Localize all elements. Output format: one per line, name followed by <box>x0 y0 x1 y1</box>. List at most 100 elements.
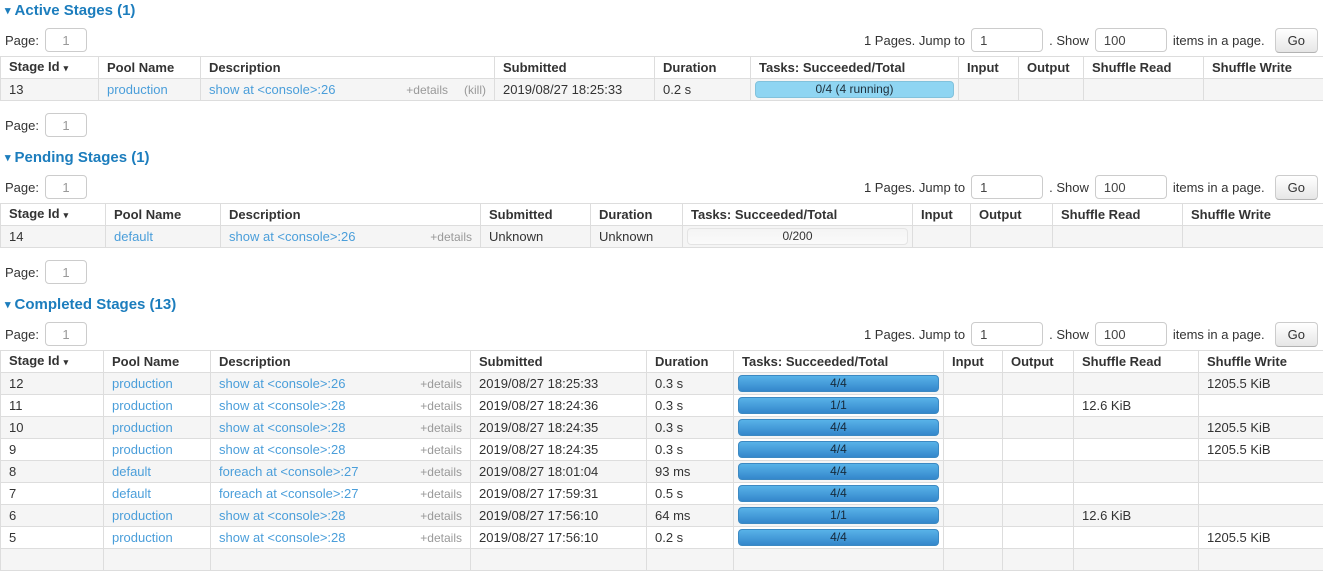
stage-id-cell: 13 <box>1 79 99 101</box>
pool-link[interactable]: production <box>112 530 173 545</box>
col-header-tasks[interactable]: Tasks: Succeeded/Total <box>683 204 913 226</box>
col-header-duration[interactable]: Duration <box>591 204 683 226</box>
col-header-output[interactable]: Output <box>1003 351 1074 373</box>
col-header-duration[interactable]: Duration <box>647 351 734 373</box>
col-header-duration[interactable]: Duration <box>655 57 751 79</box>
page-number-input[interactable] <box>45 260 87 284</box>
duration-cell: 0.3 s <box>647 395 734 417</box>
page-number-input[interactable] <box>45 113 87 137</box>
pool-link[interactable]: default <box>112 486 151 501</box>
col-header-output[interactable]: Output <box>1019 57 1084 79</box>
description-cell: +details foreach at <console>:27 <box>211 483 471 505</box>
pool-link[interactable]: production <box>112 398 173 413</box>
stage-description-link[interactable]: show at <console>:28 <box>219 530 345 545</box>
col-header-stage-id[interactable]: Stage Id▾ <box>1 57 99 79</box>
pool-link[interactable]: production <box>112 420 173 435</box>
pool-link[interactable]: default <box>114 229 153 244</box>
description-extras: +details <box>420 529 462 547</box>
col-header-input[interactable]: Input <box>944 351 1003 373</box>
col-header-pool-name[interactable]: Pool Name <box>104 351 211 373</box>
jump-to-page-input[interactable] <box>971 28 1043 52</box>
section-header-pending[interactable]: ▾Pending Stages (1) <box>0 149 1323 167</box>
col-header-shuffle-read[interactable]: Shuffle Read <box>1053 204 1183 226</box>
go-button[interactable]: Go <box>1275 322 1318 347</box>
duration-cell: 0.5 s <box>647 483 734 505</box>
description-cell: +details show at <console>:28 <box>211 417 471 439</box>
go-button[interactable]: Go <box>1275 175 1318 200</box>
details-toggle[interactable]: +details <box>406 83 448 97</box>
details-toggle[interactable]: +details <box>430 230 472 244</box>
details-toggle[interactable]: +details <box>420 421 462 435</box>
pool-link[interactable]: production <box>112 442 173 457</box>
go-button[interactable]: Go <box>1275 28 1318 53</box>
stage-id-cell <box>1 549 104 571</box>
stage-description-link[interactable]: show at <console>:28 <box>219 398 345 413</box>
tasks-cell: 4/4 <box>734 439 944 461</box>
stage-description-link[interactable]: show at <console>:26 <box>209 82 335 97</box>
pool-link[interactable]: production <box>112 376 173 391</box>
description-extras: +details <box>420 441 462 459</box>
col-header-tasks[interactable]: Tasks: Succeeded/Total <box>734 351 944 373</box>
col-header-stage-id[interactable]: Stage Id▾ <box>1 351 104 373</box>
pool-cell: default <box>104 461 211 483</box>
stage-description-link[interactable]: show at <console>:28 <box>219 442 345 457</box>
stage-description-link[interactable]: foreach at <console>:27 <box>219 464 359 479</box>
col-header-submitted[interactable]: Submitted <box>481 204 591 226</box>
output-cell <box>1003 483 1074 505</box>
col-header-shuffle-write[interactable]: Shuffle Write <box>1199 351 1323 373</box>
col-header-description[interactable]: Description <box>201 57 495 79</box>
tasks-cell: 4/4 <box>734 417 944 439</box>
col-header-description[interactable]: Description <box>221 204 481 226</box>
input-cell <box>944 439 1003 461</box>
details-toggle[interactable]: +details <box>420 399 462 413</box>
show-items-input[interactable] <box>1095 322 1167 346</box>
stage-description-link[interactable]: show at <console>:26 <box>219 376 345 391</box>
col-header-submitted[interactable]: Submitted <box>495 57 655 79</box>
stage-description-link[interactable]: show at <console>:28 <box>219 420 345 435</box>
description-extras: +details <box>420 375 462 393</box>
details-toggle[interactable]: +details <box>420 465 462 479</box>
pool-link[interactable]: production <box>107 82 168 97</box>
col-header-pool-name[interactable]: Pool Name <box>99 57 201 79</box>
col-header-description[interactable]: Description <box>211 351 471 373</box>
details-toggle[interactable]: +details <box>420 509 462 523</box>
col-header-output[interactable]: Output <box>971 204 1053 226</box>
col-header-input[interactable]: Input <box>959 57 1019 79</box>
details-toggle[interactable]: +details <box>420 487 462 501</box>
table-header-row: Stage Id▾Pool NameDescriptionSubmittedDu… <box>1 351 1323 373</box>
output-cell <box>1003 549 1074 571</box>
stage-id-cell: 8 <box>1 461 104 483</box>
collapse-arrow-icon: ▾ <box>5 152 11 164</box>
page-number-input[interactable] <box>45 322 87 346</box>
page-number-input[interactable] <box>45 175 87 199</box>
section-header-completed[interactable]: ▾Completed Stages (13) <box>0 296 1323 314</box>
col-header-shuffle-write[interactable]: Shuffle Write <box>1204 57 1323 79</box>
col-header-stage-id[interactable]: Stage Id▾ <box>1 204 106 226</box>
details-toggle[interactable]: +details <box>420 377 462 391</box>
col-header-input[interactable]: Input <box>913 204 971 226</box>
col-header-submitted[interactable]: Submitted <box>471 351 647 373</box>
col-header-shuffle-read[interactable]: Shuffle Read <box>1084 57 1204 79</box>
pool-link[interactable]: production <box>112 508 173 523</box>
col-header-shuffle-read[interactable]: Shuffle Read <box>1074 351 1199 373</box>
details-toggle[interactable]: +details <box>420 531 462 545</box>
col-header-tasks[interactable]: Tasks: Succeeded/Total <box>751 57 959 79</box>
pool-link[interactable]: default <box>112 464 151 479</box>
kill-link[interactable]: (kill) <box>464 83 486 97</box>
shuffle-read-cell <box>1074 527 1199 549</box>
col-header-pool-name[interactable]: Pool Name <box>106 204 221 226</box>
details-toggle[interactable]: +details <box>420 443 462 457</box>
jump-to-page-input[interactable] <box>971 322 1043 346</box>
stage-description-link[interactable]: show at <console>:28 <box>219 508 345 523</box>
jump-to-page-input[interactable] <box>971 175 1043 199</box>
page-number-input[interactable] <box>45 28 87 52</box>
duration-cell: 0.3 s <box>647 373 734 395</box>
stage-description-link[interactable]: show at <console>:26 <box>229 229 355 244</box>
stage-description-link[interactable]: foreach at <console>:27 <box>219 486 359 501</box>
show-items-input[interactable] <box>1095 175 1167 199</box>
tasks-progress-bar: 4/4 <box>738 441 939 458</box>
show-items-input[interactable] <box>1095 28 1167 52</box>
shuffle-write-cell <box>1199 395 1323 417</box>
col-header-shuffle-write[interactable]: Shuffle Write <box>1183 204 1323 226</box>
section-header-active[interactable]: ▾Active Stages (1) <box>0 2 1323 20</box>
